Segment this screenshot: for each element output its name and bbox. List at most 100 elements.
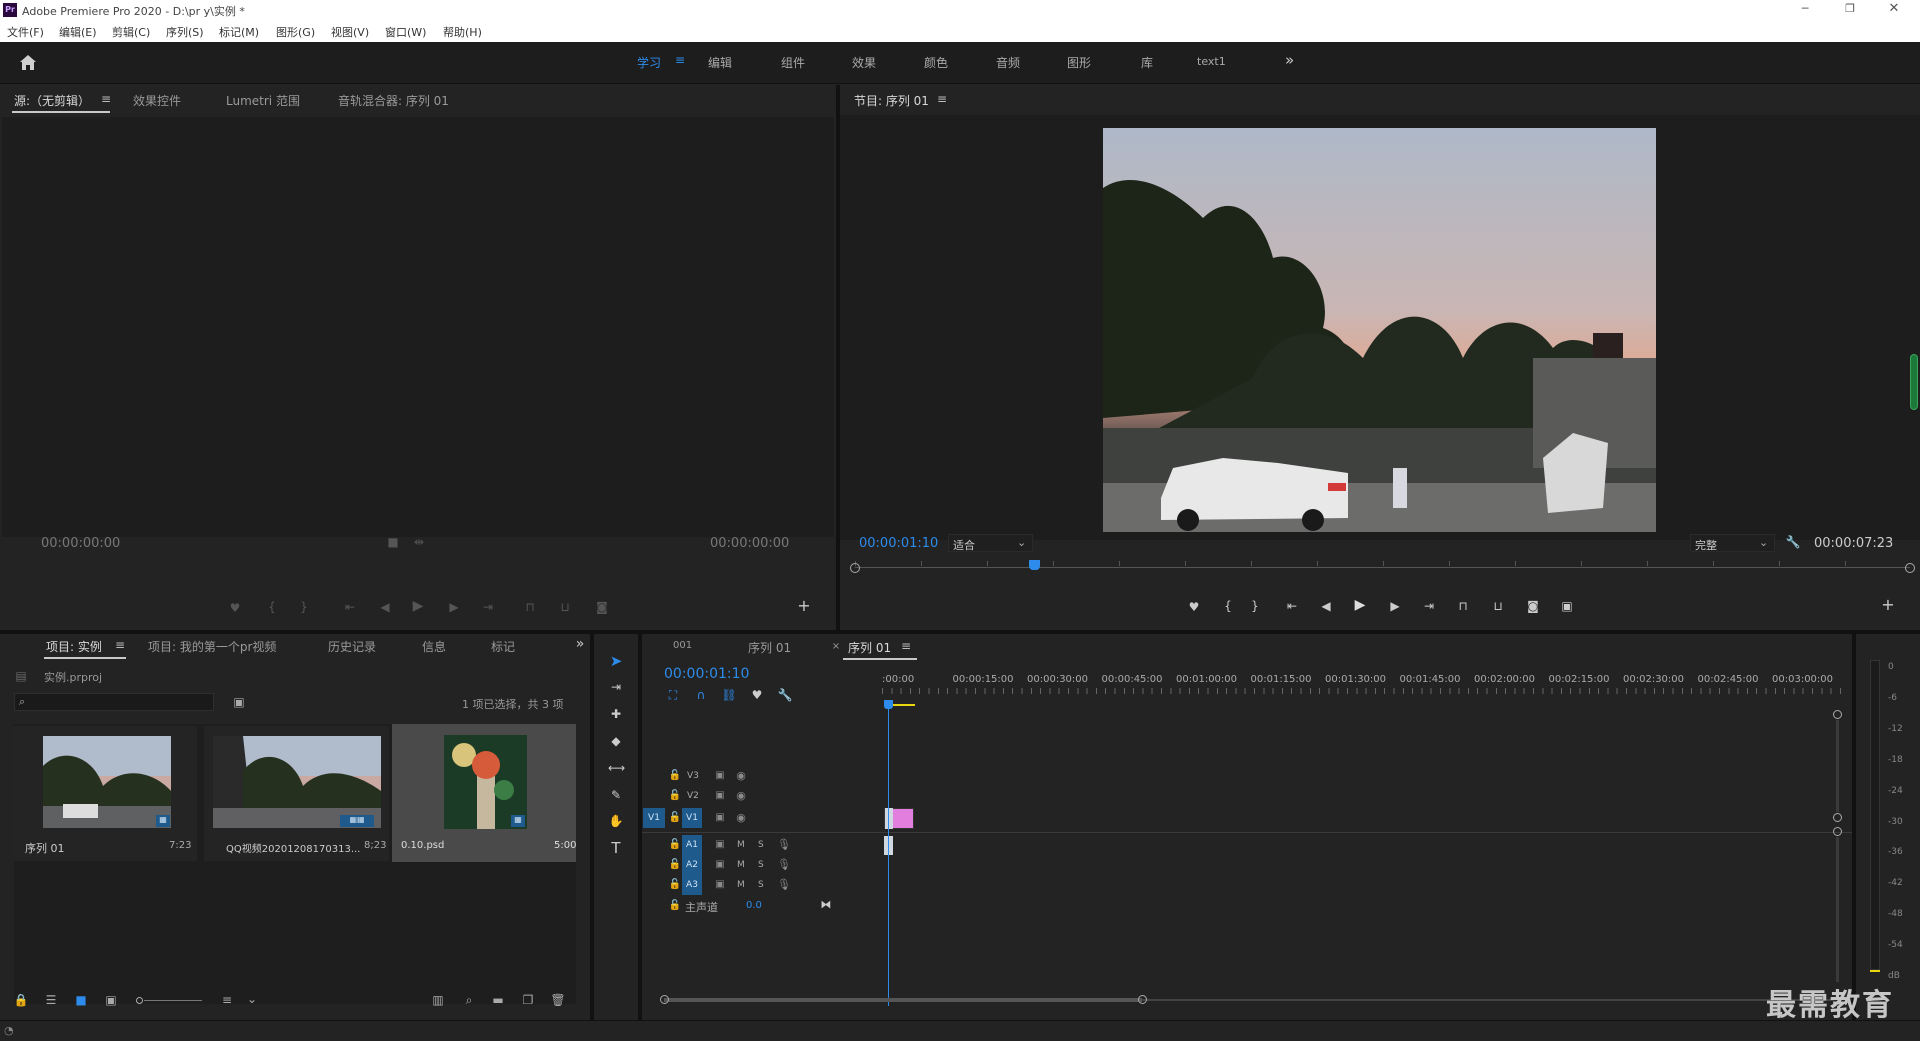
workspace-more-icon[interactable]: »	[1285, 51, 1294, 69]
play-icon[interactable]: ▶	[1352, 598, 1368, 612]
video-scroll-bar[interactable]	[1836, 720, 1839, 812]
hand-tool-icon[interactable]: ✋	[608, 814, 624, 828]
add-button-icon[interactable]: +	[796, 598, 812, 614]
snap-magnet-icon[interactable]: ∩	[693, 688, 709, 702]
track-select-tool-icon[interactable]: ⇥	[608, 680, 624, 694]
tab-audio-track-mixer[interactable]: 音轨混合器: 序列 01	[338, 92, 449, 109]
video-scroll-handle[interactable]	[1833, 710, 1842, 719]
master-volume-value[interactable]: 0.0	[746, 900, 762, 911]
workspace-color[interactable]: 颜色	[924, 54, 948, 71]
lock-icon[interactable]: 🔓	[667, 789, 683, 803]
track-v1[interactable]: V1 🔓 V1 ▣ ◉	[642, 806, 1857, 830]
panel-menu-icon[interactable]: ≡	[98, 92, 114, 106]
menu-help[interactable]: 帮助(H)	[443, 24, 482, 40]
film-toggle-icon[interactable]: ▣	[712, 838, 728, 852]
time-ruler[interactable]: :00:00 00:00:15:00 00:00:30:00 00:00:45:00 0…	[882, 674, 1842, 704]
panel-overflow-icon[interactable]: »	[572, 637, 588, 651]
overwrite-icon[interactable]: ⊔	[557, 600, 573, 614]
wrench-settings-icon[interactable]: 🔧	[1785, 535, 1801, 549]
zoom-end-handle[interactable]	[1138, 995, 1147, 1004]
restore-icon[interactable]: ❐	[1842, 2, 1858, 15]
icon-view-icon[interactable]: ■	[73, 993, 89, 1007]
track-v2[interactable]: 🔓 V2 ▣ ◉	[642, 786, 1857, 806]
slip-tool-icon[interactable]: ⟷	[608, 761, 625, 775]
mark-out-icon[interactable]: }	[296, 600, 312, 614]
timeline-timecode[interactable]: 00:00:01:10	[664, 666, 749, 682]
scrub-end-handle[interactable]	[1905, 563, 1915, 573]
scrub-start-handle[interactable]	[850, 563, 860, 573]
menu-marker[interactable]: 标记(M)	[219, 24, 259, 40]
lock-icon[interactable]: 🔓	[667, 811, 683, 825]
track-divider[interactable]	[642, 832, 1857, 833]
workspace-menu-icon[interactable]: ≡	[675, 53, 685, 67]
tab-markers[interactable]: 标记	[491, 638, 515, 655]
ripple-edit-tool-icon[interactable]: ✚	[608, 707, 624, 721]
eye-icon[interactable]: ◉	[733, 789, 749, 803]
source-out-timecode[interactable]: 00:00:00:00	[710, 536, 789, 551]
extract-icon[interactable]: ⊔	[1490, 599, 1506, 613]
step-forward-icon[interactable]: ▶	[1387, 599, 1403, 613]
program-scrub-bar[interactable]	[850, 560, 1915, 575]
mute-button[interactable]: M	[737, 860, 745, 870]
trash-icon[interactable]: 🗑	[550, 993, 566, 1007]
panel-menu-icon[interactable]: ≡	[934, 92, 950, 106]
track-target-a3[interactable]: A3	[682, 875, 702, 895]
lock-icon[interactable]: 🔓	[667, 769, 683, 783]
type-tool-icon[interactable]: T	[608, 841, 624, 856]
drag-audio-icon[interactable]: ⇹	[411, 535, 427, 549]
lock-icon[interactable]: 🔓	[667, 838, 683, 852]
workspace-effects[interactable]: 效果	[852, 54, 876, 71]
project-item[interactable]: ▦▦ QQ视频20201208170313... 8;23	[204, 726, 389, 861]
razor-tool-icon[interactable]: ◆	[608, 734, 624, 748]
tab-project[interactable]: 项目: 实例	[46, 638, 102, 655]
track-a1[interactable]: 🔓 A1 ▣ M S 🎙	[642, 835, 1857, 855]
film-toggle-icon[interactable]: ▣	[712, 858, 728, 872]
microphone-icon[interactable]: 🎙	[776, 838, 792, 852]
tab-source[interactable]: 源:（无剪辑）	[14, 92, 90, 109]
workspace-audio[interactable]: 音频	[996, 54, 1020, 71]
play-icon[interactable]: ▶	[410, 599, 426, 613]
lift-icon[interactable]: ⊓	[1455, 599, 1471, 613]
tab-info[interactable]: 信息	[422, 638, 446, 655]
track-master[interactable]: 🔓 主声道 0.0 ⧓	[642, 896, 1857, 916]
tab-sequence-01-active[interactable]: 序列 01	[848, 639, 891, 656]
microphone-icon[interactable]: 🎙	[776, 878, 792, 892]
solo-button[interactable]: S	[758, 840, 764, 850]
comparison-view-icon[interactable]: ▣	[1559, 599, 1575, 613]
solo-button[interactable]: S	[758, 880, 764, 890]
tab-sequence-01[interactable]: 序列 01	[748, 639, 791, 656]
export-frame-icon[interactable]: ◙	[1525, 599, 1541, 613]
list-view-icon[interactable]: ☰	[43, 993, 59, 1007]
mute-button[interactable]: M	[737, 880, 745, 890]
menu-edit[interactable]: 编辑(E)	[59, 24, 97, 40]
fit-dropdown[interactable]: 适合 ⌄	[948, 534, 1033, 552]
step-back-icon[interactable]: ◀	[1318, 599, 1334, 613]
add-marker-icon[interactable]: ♥	[749, 688, 765, 702]
workspace-assembly[interactable]: 组件	[781, 54, 805, 71]
tab-effect-controls[interactable]: 效果控件	[133, 92, 181, 109]
workspace-edit[interactable]: 编辑	[708, 54, 732, 71]
microphone-icon[interactable]: 🎙	[776, 858, 792, 872]
source-in-timecode[interactable]: 00:00:00:00	[41, 536, 120, 551]
film-toggle-icon[interactable]: ▣	[712, 878, 728, 892]
project-item-selected[interactable]: ▦ 0.10.psd 5:00	[392, 724, 576, 862]
track-a3[interactable]: 🔓 A3 ▣ M S 🎙	[642, 875, 1857, 895]
add-marker-icon[interactable]: ♥	[227, 601, 243, 615]
automate-sequence-icon[interactable]: ▥	[430, 993, 446, 1007]
step-forward-icon[interactable]: ▶	[446, 600, 462, 614]
menu-file[interactable]: 文件(F)	[7, 24, 44, 40]
eye-icon[interactable]: ◉	[733, 769, 749, 783]
new-bin-icon[interactable]: ▬	[490, 993, 506, 1007]
workspace-text1[interactable]: text1	[1197, 55, 1226, 68]
timeline-zoom-bar[interactable]	[660, 994, 1835, 1006]
panel-menu-icon[interactable]: ≡	[112, 638, 128, 652]
close-icon[interactable]: ✕	[1886, 1, 1902, 16]
selection-tool-icon[interactable]: ➤	[608, 654, 624, 669]
workspace-graphics[interactable]: 图形	[1067, 54, 1091, 71]
zoom-slider[interactable]	[136, 997, 202, 1005]
film-toggle-icon[interactable]: ▣	[712, 811, 728, 825]
freeform-view-icon[interactable]: ▣	[103, 993, 119, 1007]
menu-view[interactable]: 视图(V)	[331, 24, 369, 40]
go-to-end-icon[interactable]: ⧓	[818, 898, 834, 912]
lock-icon[interactable]: 🔓	[667, 878, 683, 892]
